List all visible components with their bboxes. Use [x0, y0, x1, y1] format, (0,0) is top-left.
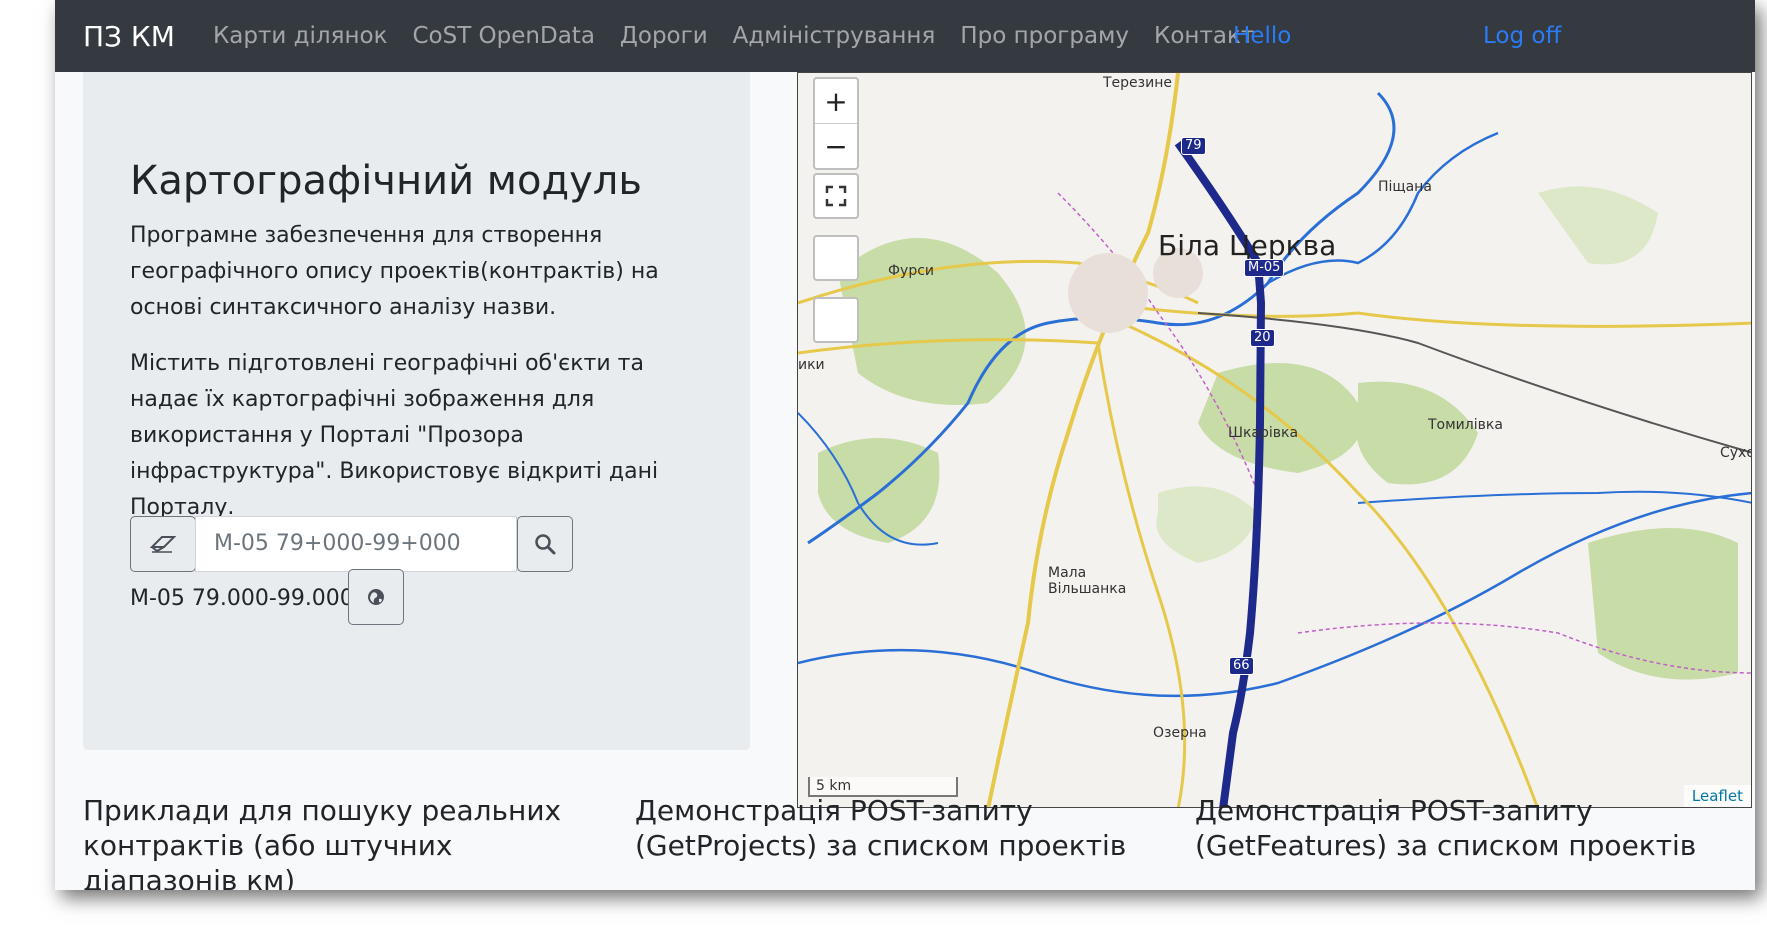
map-label-shkarivka: Шкарівка	[1228, 425, 1299, 441]
map-label-uky: ики	[798, 357, 825, 373]
map-label-pishchana: Піщана	[1378, 179, 1432, 195]
fullscreen-button[interactable]	[813, 173, 859, 219]
description-paragraph-2: Містить підготовлені географічні об'єкти…	[130, 351, 659, 520]
route-shield-m05: М-05	[1244, 259, 1285, 277]
jumbotron: Картографічний модуль Програмне забезпеч…	[83, 72, 750, 750]
globe-icon	[368, 589, 384, 605]
hello-link[interactable]: Hello	[1233, 23, 1291, 49]
navbar: ПЗ КМ Карти ділянок CoST OpenData Дороги…	[55, 0, 1755, 72]
map-view[interactable]: + − Біла Церква Терезине Піщана Фурси Шк…	[797, 72, 1752, 808]
section-heading-examples: Приклади для пошуку реальних контрактів …	[83, 794, 562, 890]
nav-link-about[interactable]: Про програму	[960, 23, 1129, 49]
map-label-terezyne: Терезине	[1103, 75, 1172, 91]
search-button[interactable]	[517, 516, 573, 572]
description-paragraph-1: Програмне забезпечення для створення гео…	[130, 223, 659, 320]
search-input[interactable]: М-05 79+000-99+000	[195, 516, 517, 572]
map-control-button-1[interactable]	[813, 235, 859, 281]
zoom-control: + −	[813, 77, 859, 170]
route-shield-20: 20	[1250, 329, 1275, 347]
search-icon	[535, 534, 556, 555]
map-label-fursy: Фурси	[888, 263, 935, 279]
section-heading-getfeatures: Демонстрація POST-запиту (GetFeatures) з…	[1195, 794, 1697, 862]
show-on-map-button[interactable]	[348, 569, 404, 625]
browser-page: ПЗ КМ Карти ділянок CoST OpenData Дороги…	[55, 0, 1755, 890]
section-heading-getprojects: Демонстрація POST-запиту (GetProjects) з…	[635, 794, 1127, 862]
map-label-ozerna: Озерна	[1153, 725, 1207, 741]
nav-link-roads[interactable]: Дороги	[620, 23, 708, 49]
zoom-in-button[interactable]: +	[815, 79, 857, 124]
fullscreen-icon	[825, 185, 847, 207]
brand-logo[interactable]: ПЗ КМ	[83, 20, 175, 53]
route-shield-79: 79	[1181, 137, 1206, 155]
logoff-link[interactable]: Log off	[1483, 23, 1561, 49]
map-label-tomylivka: Томилівка	[1428, 417, 1503, 433]
page-title: Картографічний модуль	[130, 158, 642, 204]
route-shield-66: 66	[1229, 657, 1254, 675]
result-text: М-05 79.000-99.000;	[130, 586, 362, 611]
nav-link-cost-opendata[interactable]: CoST OpenData	[412, 23, 594, 49]
map-label-city: Біла Церква	[1158, 229, 1337, 262]
clear-button[interactable]	[130, 516, 196, 572]
map-label-mala-vilshanka: Мала Вільшанка	[1048, 565, 1127, 597]
map-label-sukho: Сухо	[1720, 445, 1752, 461]
zoom-out-button[interactable]: −	[815, 124, 857, 168]
eraser-icon	[150, 536, 176, 553]
nav-link-maps[interactable]: Карти ділянок	[213, 23, 388, 49]
map-control-button-2[interactable]	[813, 297, 859, 343]
nav-link-administration[interactable]: Адміністрування	[733, 23, 936, 49]
